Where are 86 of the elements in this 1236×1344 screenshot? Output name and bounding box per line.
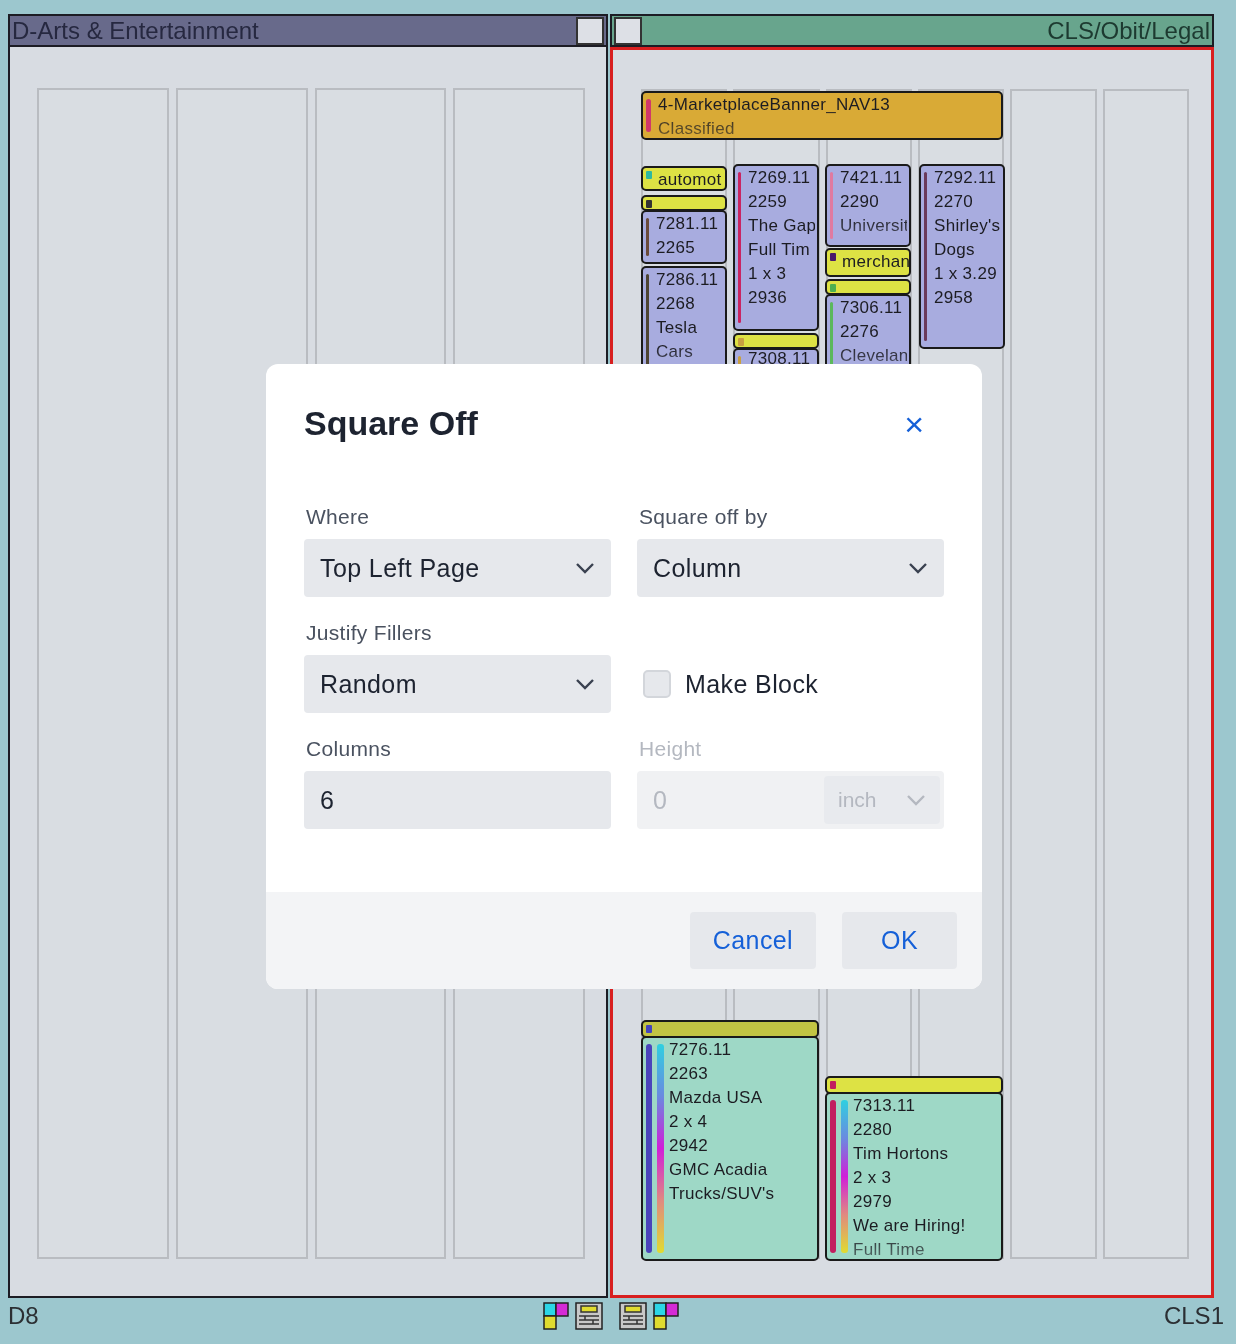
card-text: 2 x 3 — [853, 1167, 893, 1189]
checkbox-text: Make Block — [685, 669, 819, 699]
card-text: 4-MarketplaceBanner_NAV13 — [658, 94, 891, 116]
chevron-down-icon — [575, 678, 595, 690]
ad-card[interactable]: 7313.11 2280 Tim Hortons 2 x 3 2979 We are Hiring! Full Time — [825, 1092, 1003, 1261]
card-text: 2259 — [748, 191, 789, 213]
card-text: 2942 — [669, 1135, 710, 1157]
page-checkbox[interactable] — [614, 16, 642, 45]
color-blocks-icon[interactable] — [543, 1302, 570, 1330]
dropdown[interactable]: Top Left Page — [304, 539, 611, 597]
card-text: 2265 — [656, 237, 697, 259]
close-button[interactable]: × — [904, 406, 944, 441]
card-text: 2263 — [669, 1063, 710, 1085]
dialog-title: Square Off — [304, 404, 478, 443]
card-text: 7276.11 — [669, 1039, 733, 1061]
card-text: The Gap — [748, 215, 815, 237]
card-text: 2290 — [840, 191, 881, 213]
field-label: Columns — [305, 737, 392, 761]
page-title: CLS/Obit/Legal — [1047, 16, 1210, 45]
card-text: 7421.11 — [840, 167, 904, 189]
card-text: automot — [658, 169, 722, 189]
card-text: 7308.11 — [748, 351, 811, 366]
ad-card[interactable]: 7281.11 2265 — [641, 210, 727, 264]
card-text: 1 x 3.29 — [934, 263, 998, 285]
card-text: Universit — [840, 215, 907, 237]
cancel-button[interactable]: Cancel — [689, 912, 817, 969]
card-text: 1 x 3 — [748, 263, 788, 285]
label-card[interactable]: merchan — [825, 248, 911, 277]
card-text: Classified — [658, 118, 736, 138]
card-text: 7269.11 — [748, 167, 812, 189]
layout-icon[interactable] — [575, 1302, 604, 1330]
card-text: GMC Acadia — [669, 1159, 769, 1181]
card-text: 2270 — [934, 191, 975, 213]
input-field[interactable]: 6 — [304, 771, 611, 829]
page-title: D-Arts & Entertainment — [12, 16, 259, 45]
page-checkbox[interactable] — [576, 16, 604, 45]
page-number: D8 — [8, 1302, 39, 1330]
card-text: merchan — [842, 251, 907, 273]
card-text: Full Tim — [748, 239, 811, 261]
ad-card[interactable]: 7421.11 2290 Universit — [825, 164, 911, 247]
card-text: 2 x 4 — [669, 1111, 709, 1133]
card-text: Mazda USA — [669, 1087, 764, 1109]
checkbox[interactable] — [643, 670, 671, 698]
banner-card[interactable]: 4-MarketplaceBanner_NAV13 Classified — [641, 91, 1003, 140]
ok-button[interactable]: OK — [842, 912, 957, 969]
card-text: 7313.11 — [853, 1095, 917, 1117]
card-text: Clevelan — [840, 345, 907, 367]
label-card[interactable] — [641, 195, 727, 211]
ad-card[interactable]: 7292.11 2270 Shirley's Dogs 1 x 3.29 2958 — [919, 164, 1005, 349]
field-label: Justify Fillers — [305, 621, 433, 645]
card-text: 2958 — [934, 287, 975, 309]
checkbox-label[interactable]: Make Block — [637, 655, 944, 713]
card-text: We are Hiring! — [853, 1215, 966, 1237]
layout-icon[interactable] — [619, 1302, 648, 1330]
card-text: Dogs — [934, 239, 976, 261]
dropdown[interactable]: Column — [637, 539, 944, 597]
card-text: Full Time — [853, 1239, 926, 1259]
card-text: 7281.11 — [656, 213, 719, 235]
card-text: Tim Hortons — [853, 1143, 950, 1165]
ad-card[interactable]: 7276.11 2263 Mazda USA 2 x 4 2942 GMC Acadia Trucks/SUV's — [641, 1036, 819, 1261]
card-text: 2280 — [853, 1119, 894, 1141]
chevron-down-icon — [906, 794, 926, 806]
page-number: CLS1 — [1163, 1302, 1224, 1330]
card-text: Tesla — [656, 317, 699, 339]
chevron-down-icon — [575, 562, 595, 574]
label-card[interactable] — [825, 279, 911, 295]
card-text: Shirley's — [934, 215, 1001, 237]
card-text: 7286.11 — [656, 269, 719, 291]
field-label: Where — [305, 505, 371, 529]
page-header[interactable]: CLS/Obit/Legal — [610, 14, 1214, 47]
field-label: Square off by — [638, 505, 769, 529]
label-card[interactable] — [733, 333, 819, 349]
card-text: 2979 — [853, 1191, 894, 1213]
card-text: 2276 — [840, 321, 881, 343]
ad-card[interactable]: 7269.11 2259 The Gap Full Tim 1 x 3 2936 — [733, 164, 819, 331]
chevron-down-icon — [908, 562, 928, 574]
card-text: 2936 — [748, 287, 789, 309]
field-label: Height — [638, 737, 703, 761]
card-text: Trucks/SUV's — [669, 1183, 775, 1205]
card-text: 7292.11 — [934, 167, 998, 189]
dropdown[interactable]: Random — [304, 655, 611, 713]
card-text: 7306.11 — [840, 297, 904, 319]
color-blocks-icon[interactable] — [653, 1302, 680, 1330]
label-card[interactable]: automot — [641, 166, 727, 191]
card-text: Cars — [656, 341, 695, 363]
card-text: 2268 — [656, 293, 697, 315]
